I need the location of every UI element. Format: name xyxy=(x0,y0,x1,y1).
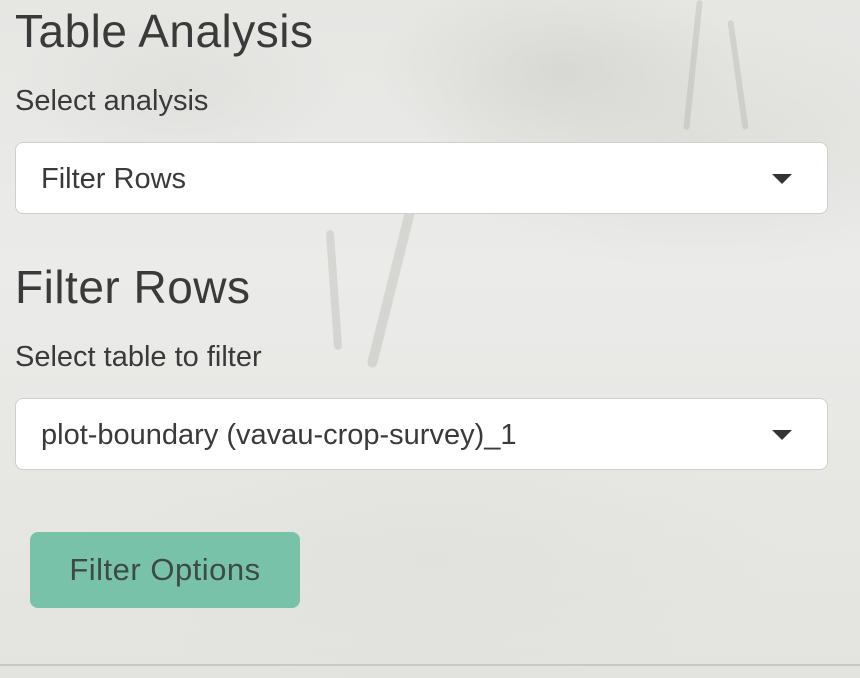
select-analysis-label: Select analysis xyxy=(15,85,209,117)
select-table-label: Select table to filter xyxy=(15,341,262,373)
page-title: Table Analysis xyxy=(15,5,314,57)
table-select-value: plot-boundary (vavau-crop-survey)_1 xyxy=(41,419,517,451)
divider xyxy=(0,664,860,666)
analysis-select[interactable]: Filter Rows xyxy=(15,142,828,214)
palm-trunk-shape xyxy=(727,20,749,130)
analysis-select-value: Filter Rows xyxy=(41,163,187,195)
chevron-down-icon xyxy=(772,174,792,184)
palm-trunk-shape xyxy=(683,0,703,130)
filter-options-button[interactable]: Filter Options xyxy=(30,532,300,608)
table-select[interactable]: plot-boundary (vavau-crop-survey)_1 xyxy=(15,398,828,470)
palm-trunk-shape xyxy=(325,229,343,351)
palm-trunk-shape xyxy=(366,191,420,369)
chevron-down-icon xyxy=(772,430,792,440)
section-title: Filter Rows xyxy=(15,261,251,313)
